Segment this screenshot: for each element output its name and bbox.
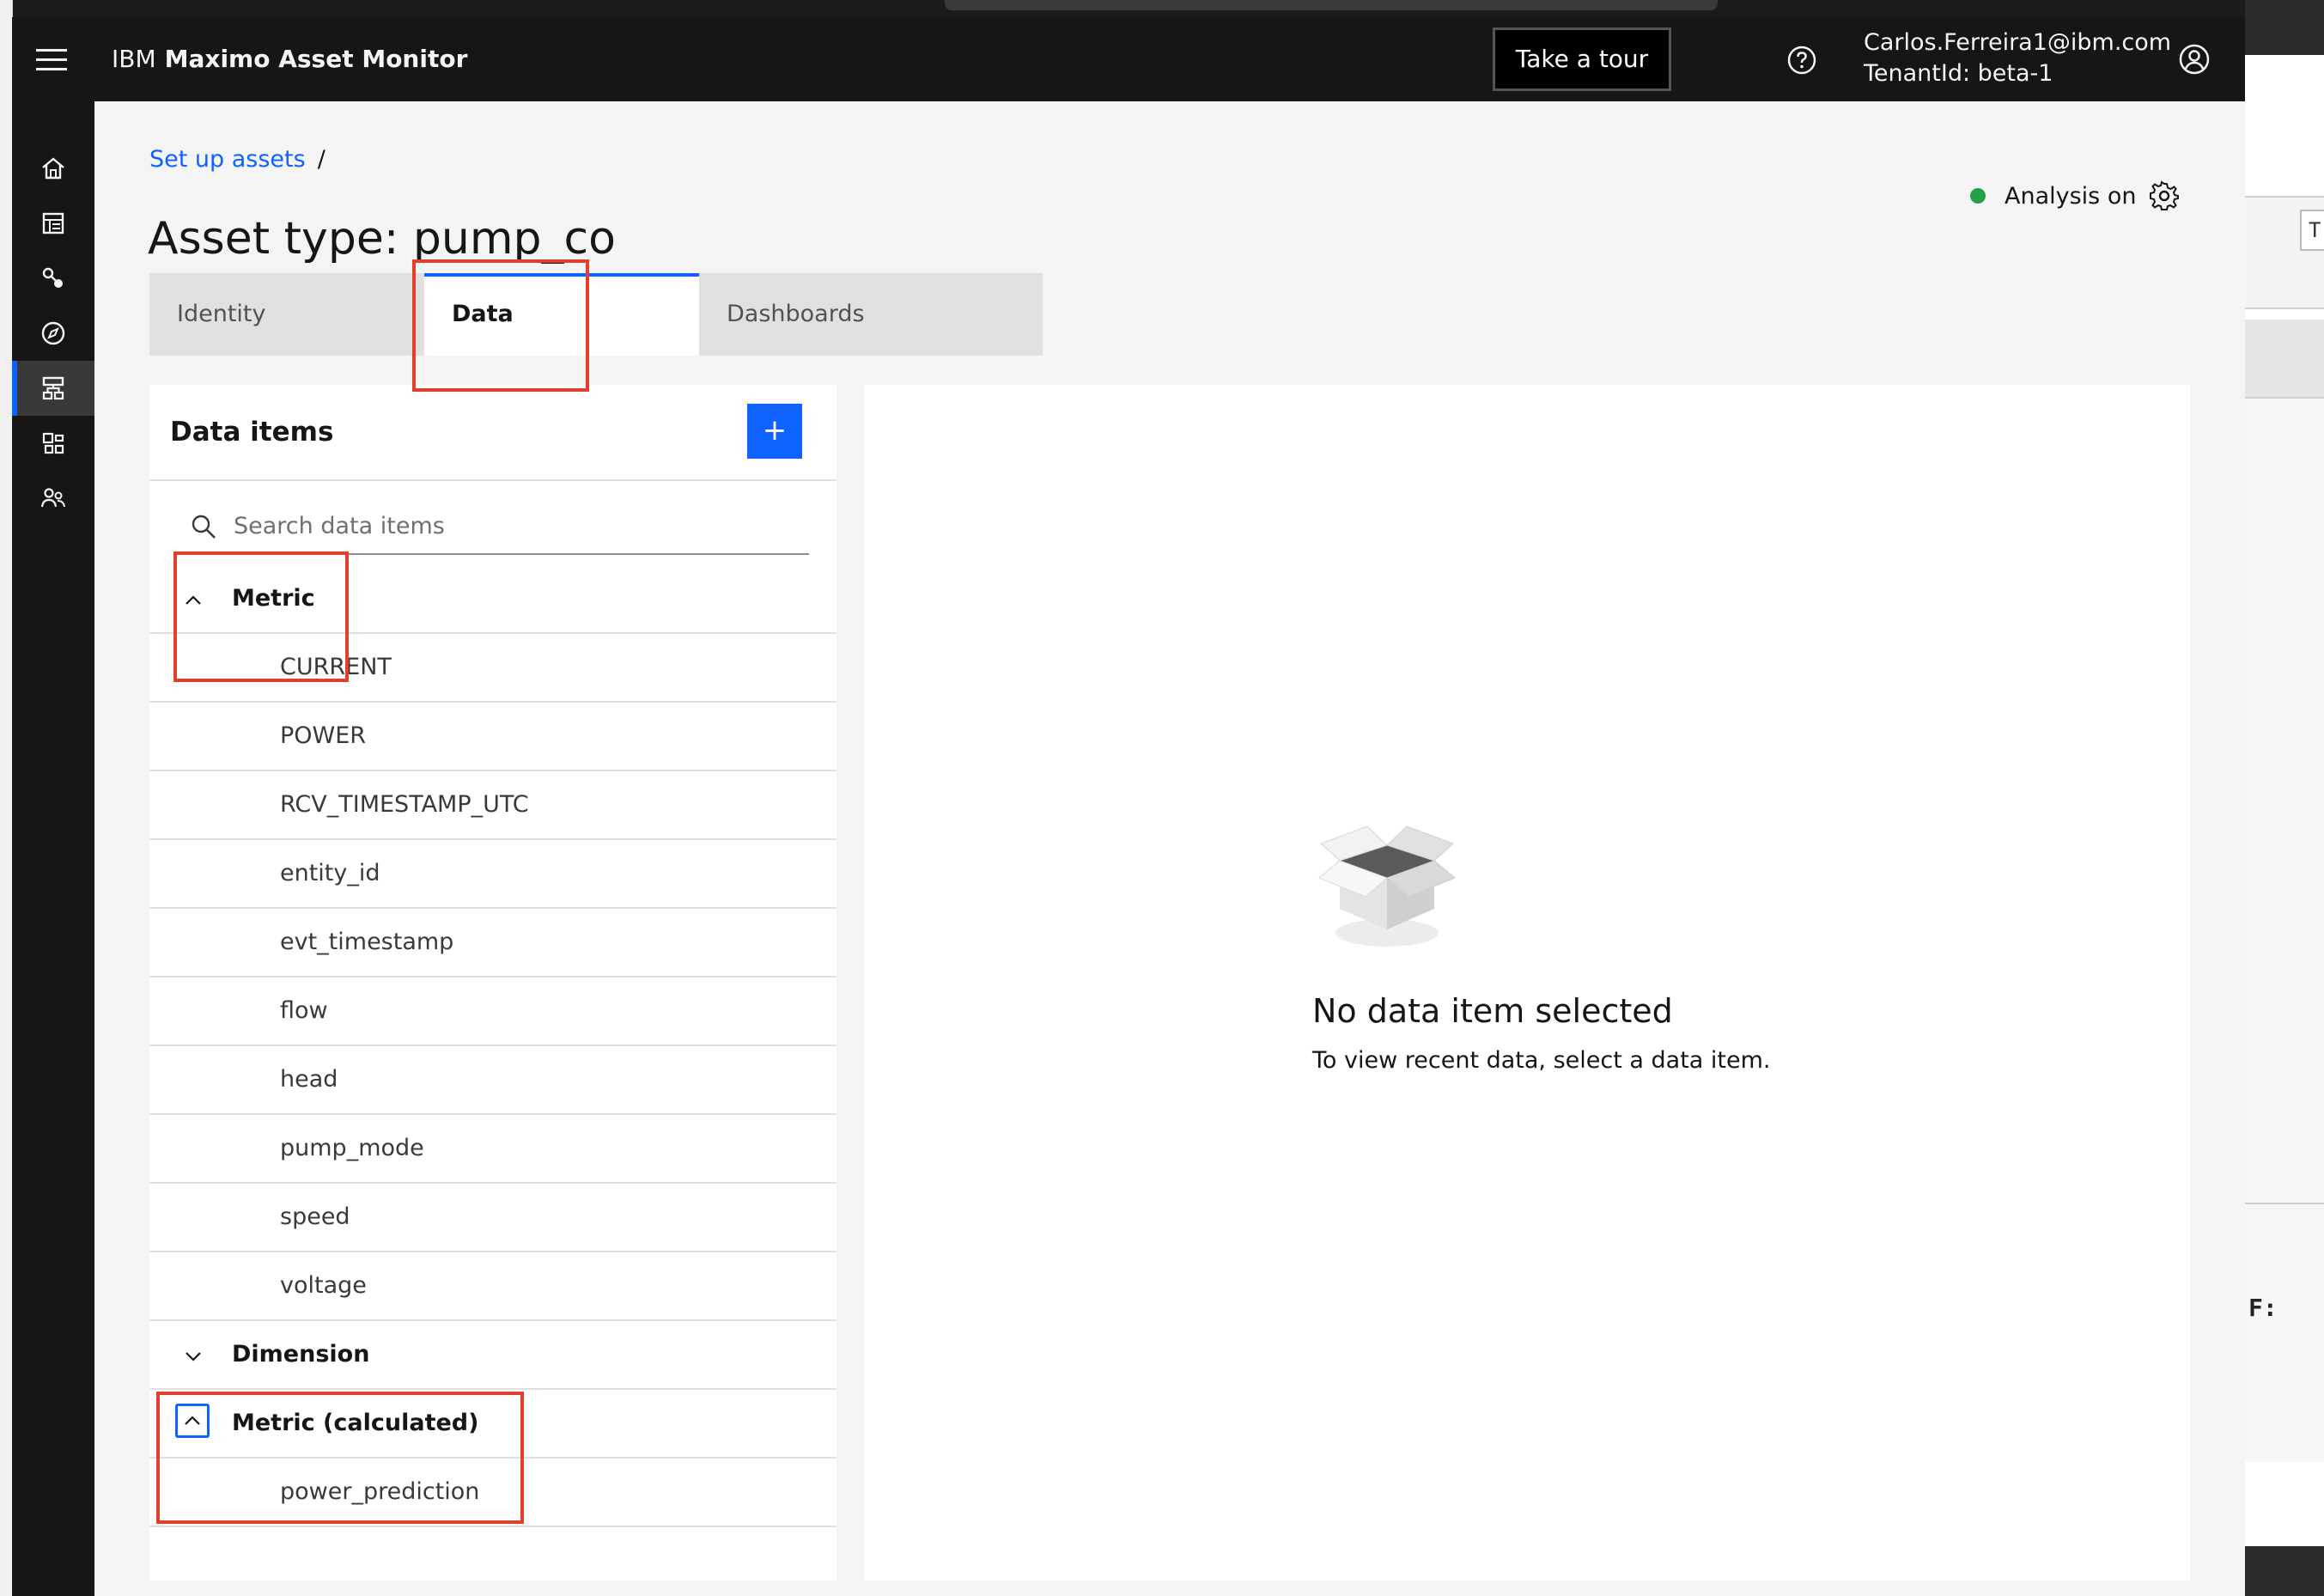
analysis-status-label: Analysis on bbox=[2005, 183, 2137, 210]
list-item-label: speed bbox=[280, 1203, 350, 1230]
app-window: IBM Maximo Asset Monitor Take a tour Carl… bbox=[12, 17, 2245, 1596]
search-field bbox=[191, 496, 809, 555]
list-item-label: pump_mode bbox=[280, 1135, 424, 1161]
dashboard-icon bbox=[42, 212, 64, 235]
status-dot-icon bbox=[1970, 188, 1986, 204]
search-input[interactable] bbox=[232, 505, 802, 546]
annotation-box-metric-calculated bbox=[156, 1392, 524, 1524]
user-avatar-icon[interactable] bbox=[2178, 43, 2211, 76]
list-item[interactable]: voltage bbox=[149, 1252, 837, 1321]
take-tour-button[interactable]: Take a tour bbox=[1493, 27, 1671, 91]
list-item[interactable]: head bbox=[149, 1046, 837, 1115]
users-icon bbox=[40, 488, 65, 508]
list-item[interactable]: entity_id bbox=[149, 840, 837, 909]
asset-hierarchy-icon bbox=[42, 376, 64, 400]
tenant-id: TenantId: beta-1 bbox=[1864, 60, 2053, 87]
user-email: Carlos.Ferreira1@ibm.com bbox=[1864, 29, 2172, 56]
nav-monitor[interactable] bbox=[12, 306, 94, 361]
brand-prefix: IBM bbox=[112, 45, 156, 73]
data-item-tree: Metric CURRENT POWER RCV_TIMESTAMP_UTC e… bbox=[149, 565, 837, 1527]
top-header: IBM Maximo Asset Monitor Take a tour Carl… bbox=[12, 17, 2245, 101]
empty-state-title: No data item selected bbox=[1312, 992, 1673, 1030]
browser-address-pill bbox=[945, 0, 1718, 10]
help-icon[interactable] bbox=[1786, 45, 1817, 76]
background-window: T F: bbox=[2245, 0, 2324, 1596]
empty-state-subtitle: To view recent data, select a data item. bbox=[1312, 1047, 1771, 1074]
brand[interactable]: IBM Maximo Asset Monitor bbox=[112, 43, 467, 76]
analysis-status: Analysis on bbox=[1970, 182, 2136, 211]
brand-name: Maximo Asset Monitor bbox=[164, 45, 468, 73]
list-item[interactable]: flow bbox=[149, 978, 837, 1046]
nav-dashboard[interactable] bbox=[12, 196, 94, 251]
connect-icon bbox=[42, 267, 63, 288]
list-item[interactable]: pump_mode bbox=[149, 1115, 837, 1184]
list-item-label: RCV_TIMESTAMP_UTC bbox=[280, 791, 529, 818]
nav-asset-hierarchy[interactable] bbox=[12, 361, 94, 416]
list-item-label: voltage bbox=[280, 1272, 367, 1299]
gear-icon[interactable] bbox=[2149, 180, 2180, 211]
list-item[interactable]: evt_timestamp bbox=[149, 909, 837, 978]
search-icon bbox=[192, 515, 216, 539]
nav-widgets[interactable] bbox=[12, 416, 94, 471]
breadcrumb-separator: / bbox=[317, 146, 325, 173]
data-detail-panel: No data item selected To view recent dat… bbox=[864, 385, 2190, 1581]
nav-home[interactable] bbox=[12, 141, 94, 196]
menu-icon[interactable] bbox=[36, 49, 67, 71]
nav-users[interactable] bbox=[12, 471, 94, 526]
empty-box-icon bbox=[1318, 825, 1456, 947]
group-dimension[interactable]: Dimension bbox=[149, 1321, 837, 1390]
list-item[interactable]: RCV_TIMESTAMP_UTC bbox=[149, 771, 837, 840]
list-item-label: POWER bbox=[280, 722, 367, 749]
data-items-title: Data items bbox=[170, 417, 334, 448]
background-window-edge bbox=[0, 0, 13, 1596]
tab-dashboards[interactable]: Dashboards bbox=[699, 273, 1043, 356]
breadcrumb: Set up assets / bbox=[149, 146, 325, 173]
list-item-label: entity_id bbox=[280, 860, 380, 886]
chevron-down-icon[interactable] bbox=[182, 1345, 204, 1368]
widgets-icon bbox=[42, 432, 64, 454]
data-items-header: Data items + bbox=[149, 385, 837, 481]
annotation-box-data-tab bbox=[412, 259, 589, 392]
left-nav-rail bbox=[12, 101, 94, 1596]
list-item-label: evt_timestamp bbox=[280, 929, 454, 955]
breadcrumb-link-set-up-assets[interactable]: Set up assets bbox=[149, 146, 306, 173]
group-label: Dimension bbox=[232, 1341, 370, 1368]
tab-identity[interactable]: Identity bbox=[149, 273, 424, 356]
nav-connect[interactable] bbox=[12, 251, 94, 306]
page-title: Asset type: pump_co bbox=[148, 212, 616, 265]
annotation-box-metric-group bbox=[173, 551, 349, 682]
os-chrome-top bbox=[0, 0, 2245, 17]
list-item-label: flow bbox=[280, 997, 328, 1024]
background-text-fragment: F: bbox=[2248, 1294, 2278, 1322]
background-text-fragment: T bbox=[2300, 210, 2324, 251]
list-item-label: head bbox=[280, 1066, 338, 1093]
list-item[interactable]: POWER bbox=[149, 703, 837, 771]
list-item[interactable]: speed bbox=[149, 1184, 837, 1252]
monitor-icon bbox=[41, 321, 65, 345]
home-icon bbox=[42, 157, 64, 180]
add-data-item-button[interactable]: + bbox=[747, 404, 802, 459]
